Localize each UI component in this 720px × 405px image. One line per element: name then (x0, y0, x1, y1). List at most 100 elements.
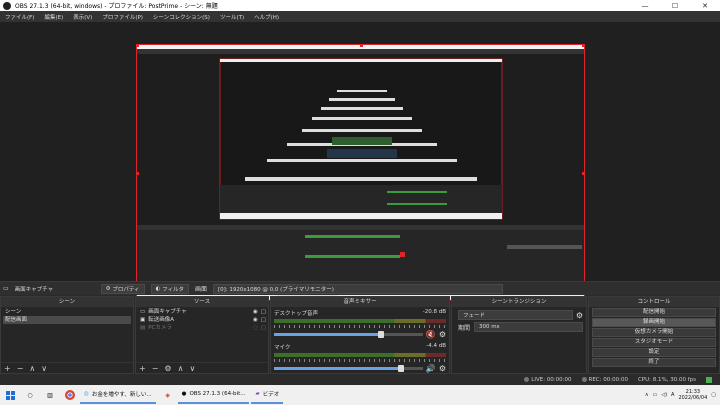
source-item[interactable]: ▭ 画面キャプチャ ◉ ▢ (138, 308, 266, 316)
recursive-preview-image (137, 45, 584, 300)
rec-status: REC: 00:00:00 (581, 376, 628, 383)
scenes-header: シーン (1, 297, 133, 307)
resize-handle-tr[interactable] (582, 45, 584, 47)
gear-icon[interactable]: ⚙ (439, 364, 446, 373)
transition-type-select[interactable]: フェード (458, 310, 573, 320)
menu-tools[interactable]: ツール(T) (215, 13, 249, 21)
notification-icon[interactable]: ▢ (711, 392, 716, 398)
meter-ticks (274, 359, 446, 362)
volume-slider[interactable] (274, 365, 423, 372)
mixer-channel-mic: マイク -4.4 dB 🔊 ⚙ (271, 341, 449, 375)
sources-dock: ソース ▭ 画面キャプチャ ◉ ▢ ▣ 転送画像A ◉ ▢ ▤ PCカメラ ◌ ▢ + − ⚙ ∧ ∨ (135, 296, 269, 374)
properties-button[interactable]: ⚙ プロパティ (100, 283, 145, 294)
preview-canvas[interactable] (136, 44, 585, 301)
scenes-footer: + − ∧ ∨ (1, 362, 133, 373)
gear-icon[interactable]: ⚙ (164, 364, 171, 373)
lock-icon[interactable]: ▢ (261, 308, 266, 316)
maximize-button[interactable]: ☐ (660, 0, 690, 11)
windows-taskbar: ○ ▥ ◎ お金を増やす、新しい... ◈ ● OBS 27.1.3 (64-bit… (0, 385, 720, 405)
eye-icon[interactable]: ◉ (253, 308, 258, 316)
move-down-icon[interactable]: ∨ (189, 364, 195, 373)
preview-area[interactable] (0, 22, 720, 301)
monitor-icon: ▭ (140, 309, 146, 315)
display-label: 画面 (194, 286, 207, 293)
video-folder-icon: ▰ (255, 391, 260, 397)
sources-header: ソース (136, 297, 268, 307)
volume-meter (274, 319, 446, 323)
taskbar-item-video[interactable]: ▰ ビデオ (251, 386, 284, 404)
chrome-icon[interactable] (60, 385, 80, 405)
clock[interactable]: 21:33 2022/06/04 (678, 389, 707, 401)
volume-icon[interactable]: ◁) (661, 392, 667, 398)
source-toolbar: ▭ 画面キャプチャ ⚙ プロパティ ◐ フィルタ 画面 [0]: 1920x10… (0, 281, 720, 295)
mixer-channel-desktop: デスクトップ音声 -20.8 dB 🔇 ⚙ (271, 307, 449, 341)
exit-button[interactable]: 終了 (592, 358, 716, 367)
menu-profile[interactable]: プロファイル(P) (97, 13, 148, 21)
menu-edit[interactable]: 編集(E) (39, 13, 68, 21)
remove-icon[interactable]: − (17, 364, 24, 373)
obs-icon: ● (181, 391, 187, 397)
channel-name: デスクトップ音声 (274, 311, 319, 317)
live-status: LIVE: 00:00:00 (524, 376, 572, 383)
chevron-up-icon[interactable]: ∧ (645, 392, 649, 398)
title-bar: OBS 27.1.3 (64-bit, windows) - プロファイル: P… (0, 0, 720, 11)
filters-button[interactable]: ◐ フィルタ (150, 283, 189, 294)
studio-mode-button[interactable]: スタジオモード (592, 338, 716, 347)
selected-source-name: 画面キャプチャ (14, 286, 54, 293)
resize-handle-ml[interactable] (137, 172, 139, 175)
add-icon[interactable]: + (4, 364, 11, 373)
speaker-icon[interactable]: 🔊 (426, 364, 436, 373)
window-title: OBS 27.1.3 (64-bit, windows) - プロファイル: P… (15, 3, 218, 10)
lock-icon[interactable]: ▢ (261, 316, 266, 324)
task-view-icon[interactable]: ▥ (40, 385, 60, 405)
menu-scene-collection[interactable]: シーンコレクション(S) (148, 13, 215, 21)
move-up-icon[interactable]: ∧ (178, 364, 184, 373)
menu-view[interactable]: 表示(V) (68, 13, 97, 21)
scene-item-selected[interactable]: 配信画面 (3, 316, 131, 324)
controls-header: コントロール (589, 297, 719, 307)
resize-handle-tm[interactable] (360, 45, 363, 47)
gear-icon[interactable]: ⚙ (439, 330, 446, 339)
controls-dock: コントロール 配信開始 録画開始 仮想カメラ開始 スタジオモード 設定 終了 (588, 296, 720, 374)
speaker-muted-icon[interactable]: 🔇 (426, 330, 436, 339)
menu-file[interactable]: ファイル(F) (0, 13, 39, 21)
duration-input[interactable]: 300 ms (474, 322, 583, 332)
status-indicator-icon (706, 376, 712, 383)
lock-icon[interactable]: ▢ (261, 324, 266, 332)
search-icon[interactable]: ○ (20, 385, 40, 405)
taskbar-item-browser[interactable]: ◎ お金を増やす、新しい... (80, 386, 156, 404)
taskbar-item-obs[interactable]: ● OBS 27.1.3 (64-bit... (177, 386, 250, 404)
resize-handle-mr[interactable] (582, 172, 584, 175)
start-streaming-button[interactable]: 配信開始 (592, 308, 716, 317)
scene-item[interactable]: シーン (3, 308, 131, 316)
channel-level: -20.8 dB (422, 309, 446, 315)
gear-icon[interactable]: ⚙ (576, 311, 583, 320)
duration-label: 期間 (458, 324, 471, 332)
add-icon[interactable]: + (139, 364, 146, 373)
eye-icon[interactable]: ◉ (253, 316, 258, 324)
status-bar: LIVE: 00:00:00 REC: 00:00:00 CPU: 8.1%, … (0, 374, 720, 385)
menu-help[interactable]: ヘルプ(H) (249, 13, 284, 21)
vivaldi-icon[interactable]: ◈ (158, 385, 178, 405)
source-item[interactable]: ▣ 転送画像A ◉ ▢ (138, 316, 266, 324)
network-icon[interactable]: ▭ (652, 392, 657, 398)
move-down-icon[interactable]: ∨ (41, 364, 47, 373)
obs-app-icon (3, 1, 11, 10)
move-up-icon[interactable]: ∧ (29, 364, 35, 373)
minimize-button[interactable]: — (630, 0, 660, 11)
resize-handle-tl[interactable] (137, 45, 139, 47)
close-button[interactable]: ✕ (690, 0, 720, 11)
camera-icon: ▤ (140, 325, 146, 331)
transitions-dock: シーントランジション フェード ⚙ 期間 300 ms (451, 296, 587, 374)
source-item[interactable]: ▤ PCカメラ ◌ ▢ (138, 324, 266, 332)
ime-indicator[interactable]: A (671, 392, 674, 398)
settings-button[interactable]: 設定 (592, 348, 716, 357)
eye-hidden-icon[interactable]: ◌ (253, 324, 258, 332)
windows-start-icon[interactable] (0, 385, 20, 405)
display-select[interactable]: [0]: 1920x1080 @ 0,0 (プライマリモニター) (213, 283, 503, 294)
system-tray: ∧ ▭ ◁) A 21:33 2022/06/04 ▢ (645, 389, 720, 401)
start-virtual-camera-button[interactable]: 仮想カメラ開始 (592, 328, 716, 337)
start-recording-button[interactable]: 録画開始 (592, 318, 716, 327)
remove-icon[interactable]: − (152, 364, 159, 373)
volume-slider[interactable] (274, 331, 423, 338)
